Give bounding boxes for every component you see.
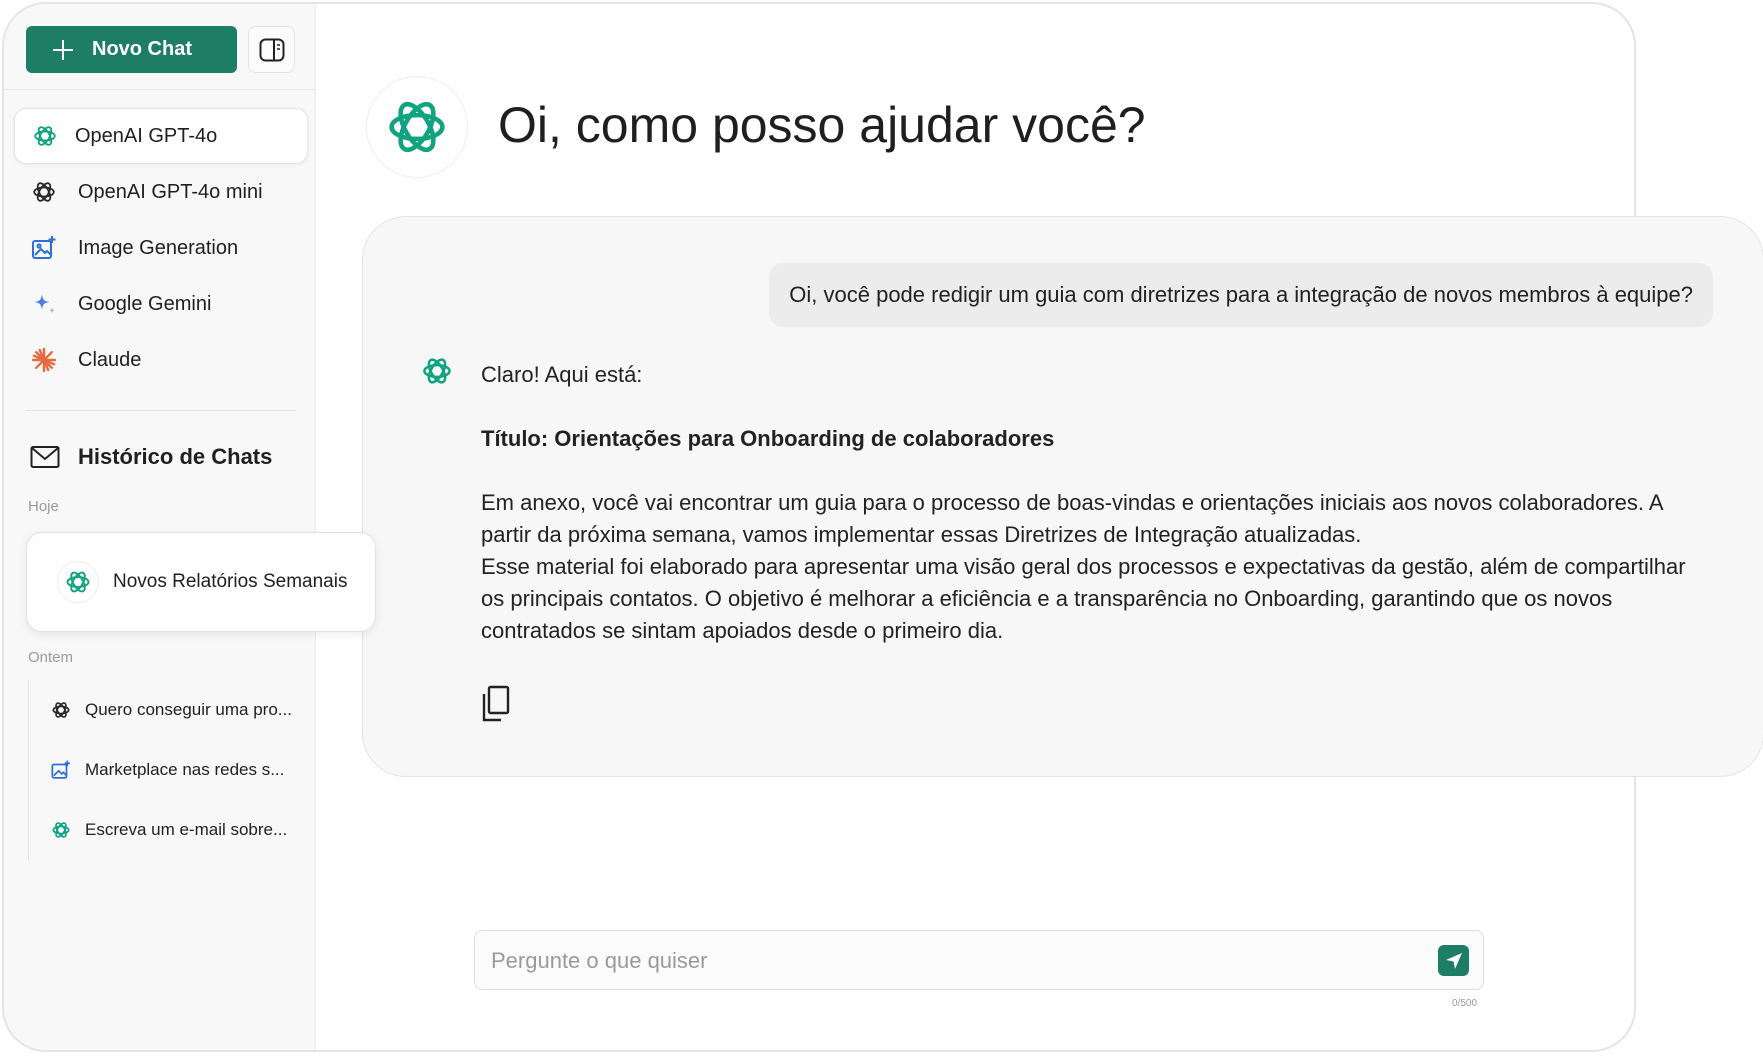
history-list-yesterday: Quero conseguir uma pro... Marketplace n… <box>28 680 308 860</box>
model-item-image-generation[interactable]: Image Generation <box>14 220 308 276</box>
chat-history-heading: Histórico de Chats <box>30 444 272 470</box>
today-label: Hoje <box>28 498 59 515</box>
history-item[interactable]: Marketplace nas redes s... <box>29 740 308 800</box>
model-label: OpenAI GPT-4o mini <box>78 180 263 203</box>
history-item-label: Marketplace nas redes s... <box>85 760 285 779</box>
openai-icon <box>29 120 61 152</box>
openai-icon <box>423 358 451 384</box>
send-icon <box>1445 952 1462 969</box>
plus-icon <box>52 39 74 61</box>
user-message: Oi, você pode redigir um guia com diretr… <box>769 263 1713 327</box>
image-generation-icon <box>28 232 60 264</box>
prompt-input-container <box>474 930 1484 990</box>
openai-icon <box>57 561 99 603</box>
page-title: Oi, como posso ajudar você? <box>498 97 1146 153</box>
sidebar: Novo Chat OpenAI GPT-4o OpenAI GPT-4o mi… <box>4 4 316 1050</box>
claude-icon <box>28 344 60 376</box>
model-label: Image Generation <box>78 236 239 259</box>
character-counter: 0/500 <box>1452 998 1478 1009</box>
history-item-label: Novos Relatórios Semanais <box>113 571 348 592</box>
assistant-intro: Claro! Aqui está: <box>481 362 643 387</box>
yesterday-label: Ontem <box>28 649 74 666</box>
send-button[interactable] <box>1438 945 1469 976</box>
history-item[interactable]: Quero conseguir uma pro... <box>29 680 308 740</box>
model-label: OpenAI GPT-4o <box>75 124 218 147</box>
history-item-label: Quero conseguir uma pro... <box>85 700 292 719</box>
assistant-paragraph: Esse material foi elaborado para apresen… <box>481 554 1686 643</box>
assistant-paragraph: Em anexo, você vai encontrar um guia par… <box>481 490 1663 547</box>
sidebar-divider <box>26 410 296 411</box>
openai-icon <box>49 818 73 842</box>
openai-icon <box>28 176 60 208</box>
model-item-claude[interactable]: Claude <box>14 332 308 388</box>
assistant-avatar <box>366 76 468 178</box>
gemini-icon <box>28 288 60 320</box>
chat-history-title: Histórico de Chats <box>78 444 273 469</box>
assistant-message: Claro! Aqui está: Título: Orientações pa… <box>481 359 1711 647</box>
history-item-active[interactable]: Novos Relatórios Semanais <box>26 532 376 632</box>
new-chat-label: Novo Chat <box>92 38 192 60</box>
copy-button[interactable] <box>481 685 511 723</box>
model-item-gpt-4o-mini[interactable]: OpenAI GPT-4o mini <box>14 164 308 220</box>
chat-conversation: Oi, você pode redigir um guia com diretr… <box>362 216 1763 777</box>
history-item[interactable]: Escreva um e-mail sobre... <box>29 800 308 860</box>
prompt-input[interactable] <box>491 943 1391 979</box>
model-item-google-gemini[interactable]: Google Gemini <box>14 276 308 332</box>
new-chat-button[interactable]: Novo Chat <box>26 26 237 73</box>
sidebar-panel-icon <box>259 38 284 61</box>
openai-icon <box>389 101 445 153</box>
model-label: Google Gemini <box>78 292 212 315</box>
image-generation-icon <box>49 758 73 782</box>
model-label: Claude <box>78 348 142 371</box>
openai-icon <box>49 698 73 722</box>
mail-icon <box>30 446 60 468</box>
toggle-sidebar-button[interactable] <box>248 26 295 73</box>
history-item-label: Escreva um e-mail sobre... <box>85 820 288 839</box>
copy-icon <box>482 685 510 722</box>
model-item-gpt-4o[interactable]: OpenAI GPT-4o <box>14 108 308 164</box>
sidebar-header: Novo Chat <box>4 4 315 90</box>
assistant-title: Título: Orientações para Onboarding de c… <box>481 426 1055 451</box>
